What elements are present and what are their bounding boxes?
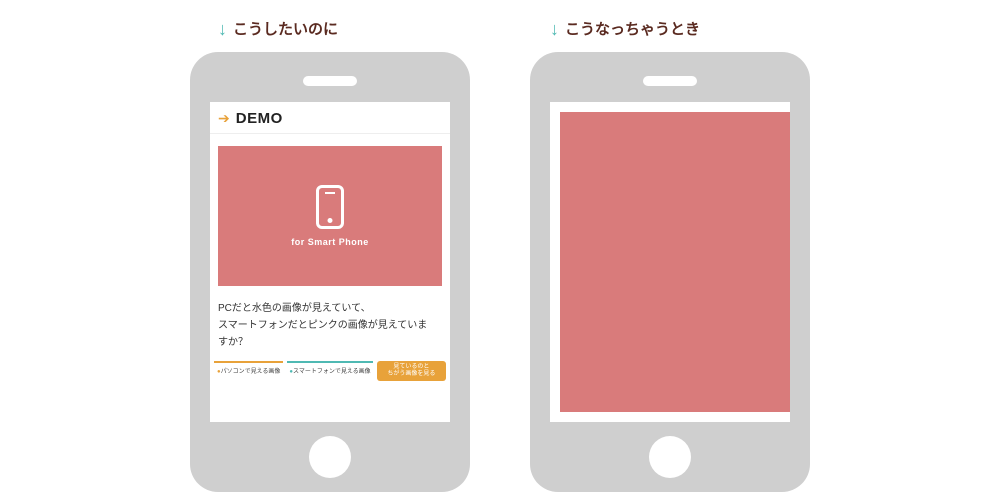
label-desired: ↓ こうしたいのに <box>218 18 338 39</box>
smartphone-icon <box>316 185 344 229</box>
phone-earpiece <box>643 76 697 86</box>
label-actual: ↓ こうなっちゃうとき <box>550 18 700 39</box>
article-line: すか？ <box>218 334 442 351</box>
article-line: PCだと水色の画像が見えていて、 <box>218 300 442 317</box>
tab-pc[interactable]: ●パソコンで見える画像 <box>214 361 283 381</box>
phone-home-button <box>649 436 691 478</box>
article-body: PCだと水色の画像が見えていて、 スマートフォンだとピンクの画像が見えていま す… <box>210 296 450 361</box>
label-desired-text: こうしたいのに <box>233 18 338 39</box>
arrow-down-icon: ↓ <box>218 20 227 38</box>
phone-mockup-left: ➔ DEMO for Smart Phone PCだと水色の画像が見えていて、 … <box>190 52 470 492</box>
arrow-down-icon: ↓ <box>550 20 559 38</box>
phone-screen-left: ➔ DEMO for Smart Phone PCだと水色の画像が見えていて、 … <box>210 102 450 422</box>
demo-title: DEMO <box>236 110 283 127</box>
phone-earpiece <box>303 76 357 86</box>
article-line: スマートフォンだとピンクの画像が見えていま <box>218 317 442 334</box>
phone-mockup-right: for Smart Phone <box>530 52 810 492</box>
hero-banner-overflow: for Smart Phone <box>560 112 790 412</box>
hero-banner: for Smart Phone <box>218 146 442 286</box>
tab-cta[interactable]: 見ているのと ちがう画像を見る <box>377 361 446 381</box>
hero-caption: for Smart Phone <box>291 237 369 247</box>
label-actual-text: こうなっちゃうとき <box>565 18 700 39</box>
arrow-right-icon: ➔ <box>218 110 230 127</box>
demo-header: ➔ DEMO <box>210 102 450 134</box>
phone-home-button <box>309 436 351 478</box>
tab-sp[interactable]: ●スマートフォンで見える画像 <box>287 361 372 381</box>
tab-row: ●パソコンで見える画像 ●スマートフォンで見える画像 見ているのと ちがう画像を… <box>210 361 450 385</box>
phone-screen-right: for Smart Phone <box>550 102 790 422</box>
